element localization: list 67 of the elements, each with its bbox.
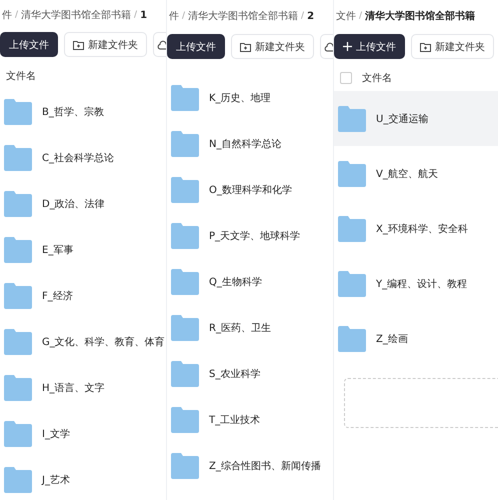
breadcrumb-item[interactable]: 文件 [336,9,356,23]
folder-row[interactable]: Z_绘画 [334,311,498,366]
folder-name: G_文化、科学、教育、体育 [42,336,165,349]
folder-name: Z_综合性图书、新闻传播 [209,460,321,473]
breadcrumb-separator: / [301,11,304,21]
folder-row[interactable]: T_工业技术 [167,397,333,443]
breadcrumb-item[interactable]: 1 [140,10,148,20]
folder-name: X_环境科学、安全科 [376,222,468,236]
breadcrumb-item[interactable]: 清华大学图书馆全部书籍 [188,9,298,23]
folder-row[interactable]: G_文化、科学、教育、体育 [0,319,166,365]
folder-row[interactable]: V_航空、航天 [334,146,498,201]
breadcrumb-separator: / [15,10,18,20]
folder-name: T_工业技术 [209,414,260,427]
folder-row[interactable]: F_经济 [0,273,166,319]
folder-row[interactable]: P_天文学、地球科学 [167,213,333,259]
folder-row[interactable]: H_语言、文字 [0,365,166,411]
breadcrumb-item[interactable]: 清华大学图书馆全部书籍 [21,8,132,22]
folder-row[interactable]: U_交通运输 [334,91,498,146]
upload-button[interactable]: 上传文件 [334,34,405,59]
folder-row[interactable]: I_文学 [0,411,166,457]
folder-name: C_社会科学总论 [42,152,114,165]
folder-name: O_数理科学和化学 [209,184,292,197]
folder-row[interactable]: S_农业科学 [167,351,333,397]
folder-row[interactable]: N_自然科学总论 [167,121,333,167]
folder-row[interactable]: J_艺术 [0,457,166,500]
folder-row[interactable]: Y_编程、设计、教程 [334,256,498,311]
breadcrumb-item[interactable]: 清华大学图书馆全部书籍 [365,9,476,23]
folder-row[interactable]: R_医药、卫生 [167,305,333,351]
folder-name: Q_生物科学 [209,276,262,289]
folder-row[interactable]: Z_综合性图书、新闻传播 [167,443,333,489]
folder-name: U_交通运输 [376,112,428,126]
upload-button[interactable]: 上传文件 [0,32,58,57]
folder-name: S_农业科学 [209,368,260,381]
folder-name: V_航空、航天 [376,168,438,180]
folder-row[interactable]: O_数理科学和化学 [167,167,333,213]
folder-name: F_经济 [42,290,73,303]
breadcrumb-separator: / [359,11,362,21]
folder-name: R_医药、卫生 [209,322,271,335]
folder-row[interactable]: K_历史、地理 [167,75,333,121]
folder-row[interactable]: B_哲学、宗教 [0,89,166,135]
folder-row[interactable]: E_军事 [0,227,166,273]
folder-name: E_军事 [42,244,74,257]
breadcrumb-item[interactable]: 件 [2,8,12,22]
folder-name: P_天文学、地球科学 [209,230,300,243]
new-folder-button[interactable]: 新建文件夹 [231,34,314,59]
folder-name: J_艺术 [42,474,70,487]
folder-name: B_哲学、宗教 [42,106,104,119]
folder-row[interactable]: D_政治、法律 [0,181,166,227]
breadcrumb-item[interactable]: 2 [307,10,314,22]
folder-name: H_语言、文字 [42,382,105,395]
upload-button[interactable]: 上传文件 [167,34,225,59]
column-header: 文件名 [362,72,392,85]
new-folder-button[interactable]: 新建文件夹 [64,32,147,57]
folder-name: D_政治、法律 [42,198,105,211]
breadcrumb-separator: / [182,11,186,21]
breadcrumb-item[interactable]: 件 [169,9,179,23]
folder-name: Z_绘画 [376,332,408,346]
column-header: 文件名 [6,70,36,83]
folder-row[interactable]: X_环境科学、安全科 [334,201,498,256]
folder-name: I_文学 [42,428,70,441]
breadcrumb-separator: / [134,10,138,20]
folder-name: N_自然科学总论 [209,138,282,151]
folder-name: K_历史、地理 [209,92,271,105]
new-folder-button[interactable]: 新建文件夹 [411,34,494,59]
folder-name: Y_编程、设计、教程 [376,278,468,290]
folder-row[interactable]: C_社会科学总论 [0,135,166,181]
folder-row[interactable]: Q_生物科学 [167,259,333,305]
